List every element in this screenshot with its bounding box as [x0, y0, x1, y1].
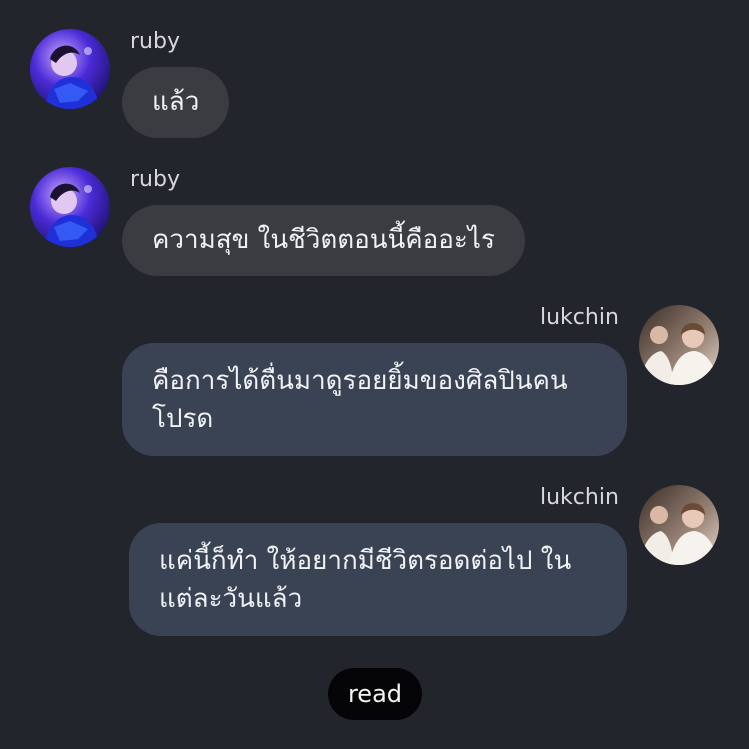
- sender-name: lukchin: [540, 485, 619, 510]
- message-text: แล้ว: [152, 87, 200, 117]
- message-text-line: แค่นี้ก็ทำ ให้อยากมีชีวิตรอดต่อไป ใน: [159, 546, 572, 576]
- message-bubble[interactable]: แค่นี้ก็ทำ ให้อยากมีชีวิตรอดต่อไป ใน แต่…: [129, 523, 627, 636]
- read-receipt: read: [328, 668, 422, 720]
- lukchin-avatar[interactable]: [639, 305, 719, 385]
- message-text-line: คือการได้ตื่นมาดูรอยยิ้มของศิลปินคน: [152, 366, 568, 396]
- message-bubble[interactable]: แล้ว: [122, 67, 230, 138]
- message-text: ความสุข ในชีวิตตอนนี้คืออะไร: [152, 225, 495, 255]
- chat-screen: ruby แล้ว ruby ความสุข ในชีวิตตอนนี้คืออ…: [0, 0, 749, 749]
- message-text-line: แต่ละวันแล้ว: [159, 584, 303, 614]
- ruby-avatar[interactable]: [30, 167, 110, 247]
- sender-name: ruby: [130, 29, 180, 54]
- lukchin-avatar[interactable]: [639, 485, 719, 565]
- message-bubble[interactable]: ความสุข ในชีวิตตอนนี้คืออะไร: [122, 205, 525, 276]
- ruby-avatar[interactable]: [30, 29, 110, 109]
- sender-name: ruby: [130, 167, 180, 192]
- message-text-line: โปรด: [152, 404, 214, 434]
- message-bubble[interactable]: คือการได้ตื่นมาดูรอยยิ้มของศิลปินคน โปรด: [122, 343, 627, 456]
- sender-name: lukchin: [540, 305, 619, 330]
